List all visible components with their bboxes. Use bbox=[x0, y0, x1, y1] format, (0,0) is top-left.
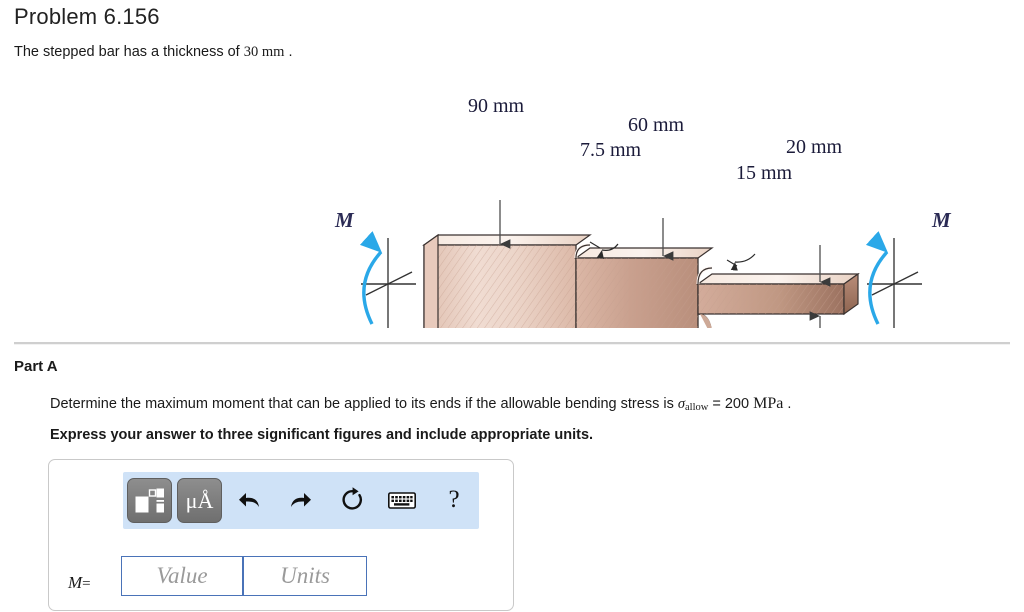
sigma-symbol: σ bbox=[677, 396, 686, 412]
value-input[interactable]: Value bbox=[121, 556, 243, 596]
units-icon: μÅ bbox=[185, 487, 214, 513]
redo-icon bbox=[291, 493, 311, 507]
dimension-label-15mm: 15 mm bbox=[736, 162, 793, 184]
undo-button[interactable] bbox=[233, 482, 267, 518]
question-prefix: Determine the maximum moment that can be… bbox=[50, 396, 678, 412]
answer-symbol: M bbox=[68, 573, 83, 592]
reset-icon bbox=[342, 487, 363, 510]
question-unit: MPa bbox=[753, 395, 784, 412]
instruction-text: Express your answer to three significant… bbox=[50, 427, 594, 443]
reset-button[interactable] bbox=[335, 482, 369, 518]
value-placeholder: Value bbox=[156, 563, 208, 588]
question-equals: = 200 bbox=[708, 396, 754, 412]
units-button[interactable]: μÅ bbox=[177, 478, 222, 523]
bar-solid bbox=[422, 233, 860, 328]
section-divider bbox=[14, 342, 1010, 345]
statement-period: . bbox=[284, 44, 293, 60]
keyboard-button[interactable] bbox=[385, 482, 419, 518]
units-placeholder: Units bbox=[280, 563, 330, 588]
problem-page: Problem 6.156 The stepped bar has a thic… bbox=[0, 0, 1024, 612]
help-button[interactable]: ? bbox=[437, 482, 471, 518]
dimension-label-20mm: 20 mm bbox=[786, 136, 843, 158]
question-period: . bbox=[783, 396, 792, 412]
stepped-bar-figure: 90 mm 60 mm 7.5 mm 15 mm 20 mm M M bbox=[0, 78, 1024, 328]
moment-label-left: M bbox=[335, 208, 354, 232]
moment-right bbox=[865, 230, 922, 328]
undo-icon bbox=[239, 493, 259, 507]
answer-equation-label: M= bbox=[68, 573, 91, 593]
help-icon: ? bbox=[448, 486, 460, 513]
units-input[interactable]: Units bbox=[243, 556, 367, 596]
problem-statement: The stepped bar has a thickness of 30 mm… bbox=[14, 44, 292, 61]
dimension-label-7.5mm: 7.5 mm bbox=[580, 139, 642, 161]
keyboard-icon bbox=[388, 491, 416, 509]
page-title: Problem 6.156 bbox=[14, 4, 160, 29]
sigma-subscript: allow bbox=[685, 402, 709, 413]
dimension-label-90mm: 90 mm bbox=[468, 95, 525, 117]
redo-button[interactable] bbox=[283, 482, 317, 518]
answer-equals: = bbox=[82, 576, 91, 592]
answer-panel: μÅ ? M= Value Units bbox=[48, 459, 514, 611]
thickness-value: 30 mm bbox=[243, 44, 285, 60]
part-heading: Part A bbox=[14, 358, 58, 375]
moment-left bbox=[359, 230, 416, 328]
moment-label-right: M bbox=[932, 208, 951, 232]
dimension-label-60mm: 60 mm bbox=[628, 114, 685, 136]
question-text: Determine the maximum moment that can be… bbox=[50, 395, 791, 413]
math-toolbar: μÅ ? bbox=[123, 472, 479, 529]
template-icon bbox=[135, 488, 164, 512]
template-button[interactable] bbox=[127, 478, 172, 523]
statement-text: The stepped bar has a thickness of bbox=[14, 44, 244, 60]
